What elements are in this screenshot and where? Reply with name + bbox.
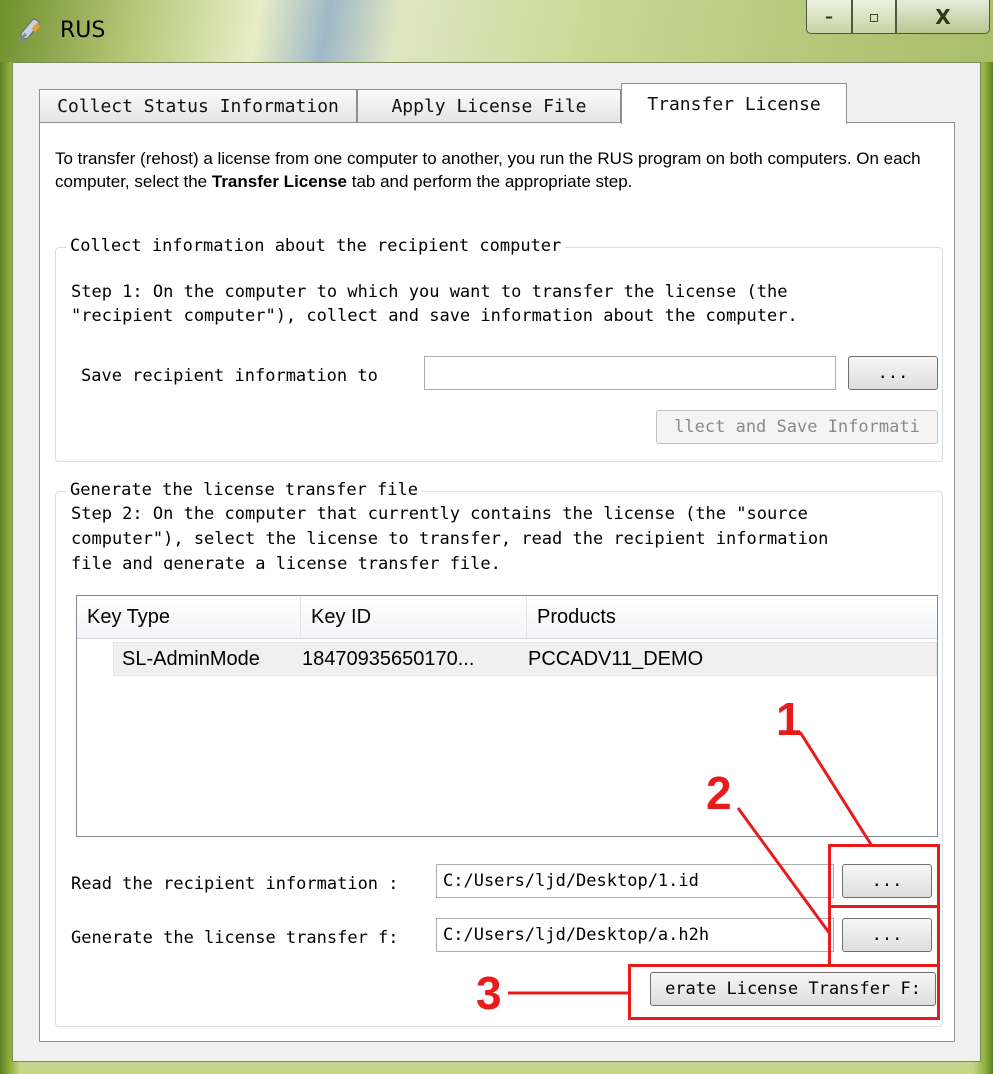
column-key-type[interactable]: Key Type xyxy=(77,596,301,638)
cell-products: PCCADV11_DEMO xyxy=(528,647,704,670)
read-recipient-label: Read the recipient information : xyxy=(71,874,399,894)
save-recipient-label: Save recipient information to xyxy=(81,366,378,386)
transfer-license-panel: To transfer (rehost) a license from one … xyxy=(39,122,955,1042)
license-row[interactable]: SL-AdminMode 18470935650170... PCCADV11_… xyxy=(113,642,937,676)
cell-key-type: SL-AdminMode xyxy=(122,647,260,670)
collect-and-save-button[interactable]: llect and Save Informati xyxy=(656,410,938,444)
maximize-button[interactable]: ▫ xyxy=(852,0,896,34)
collect-info-legend: Collect information about the recipient … xyxy=(66,236,566,256)
collect-info-group: Collect information about the recipient … xyxy=(55,236,943,462)
tab-transfer-license[interactable]: Transfer License xyxy=(621,83,847,124)
step1-text-line1: Step 1: On the computer to which you wan… xyxy=(71,282,788,302)
caption-buttons: – ▫ X xyxy=(806,0,990,38)
window-title: RUS xyxy=(60,18,106,43)
tab-apply-license[interactable]: Apply License File xyxy=(357,89,621,123)
title-bar[interactable]: RUS – ▫ X xyxy=(0,0,993,62)
rus-window: RUS – ▫ X Collect Status Information App… xyxy=(0,0,993,1074)
tab-collect-status[interactable]: Collect Status Information xyxy=(39,89,357,123)
column-key-id[interactable]: Key ID xyxy=(301,596,527,638)
annotation-number-1: 1 xyxy=(776,693,802,745)
generate-file-label: Generate the license transfer f: xyxy=(71,928,399,948)
close-icon: X xyxy=(935,4,951,29)
maximize-icon: ▫ xyxy=(868,7,880,26)
annotation-box-3 xyxy=(628,964,940,1020)
generate-transfer-group: Generate the license transfer file Step … xyxy=(55,480,943,1027)
step2-text-line3: file and generate a license transfer fil… xyxy=(71,554,501,570)
step2-text: Step 2: On the computer that currently c… xyxy=(56,500,942,570)
save-recipient-path-input[interactable] xyxy=(424,356,836,390)
annotation-box-2 xyxy=(828,905,940,967)
save-recipient-browse-button[interactable]: ... xyxy=(848,356,938,390)
minimize-button[interactable]: – xyxy=(806,0,852,34)
generate-transfer-legend: Generate the license transfer file xyxy=(66,480,422,500)
generate-file-path-input[interactable]: C:/Users/ljd/Desktop/a.h2h xyxy=(436,918,834,952)
rus-app-icon xyxy=(14,16,50,46)
cell-key-id: 18470935650170... xyxy=(302,647,475,670)
annotation-number-2: 2 xyxy=(706,767,732,819)
step2-text-line1: Step 2: On the computer that currently c… xyxy=(71,504,808,524)
step1-text-line2: "recipient computer"), collect and save … xyxy=(71,306,798,326)
step2-text-line2: computer"), select the license to transf… xyxy=(71,529,829,549)
intro-text: To transfer (rehost) a license from one … xyxy=(55,149,921,191)
license-list[interactable]: Key Type Key ID Products SL-AdminMode 18… xyxy=(76,595,938,837)
annotation-number-3: 3 xyxy=(476,967,502,1019)
license-list-header: Key Type Key ID Products xyxy=(77,596,937,639)
read-recipient-path-input[interactable]: C:/Users/ljd/Desktop/1.id xyxy=(436,864,834,898)
minimize-icon: – xyxy=(825,7,833,26)
close-button[interactable]: X xyxy=(896,0,990,34)
annotation-box-1 xyxy=(828,844,940,908)
column-products[interactable]: Products xyxy=(527,596,937,638)
